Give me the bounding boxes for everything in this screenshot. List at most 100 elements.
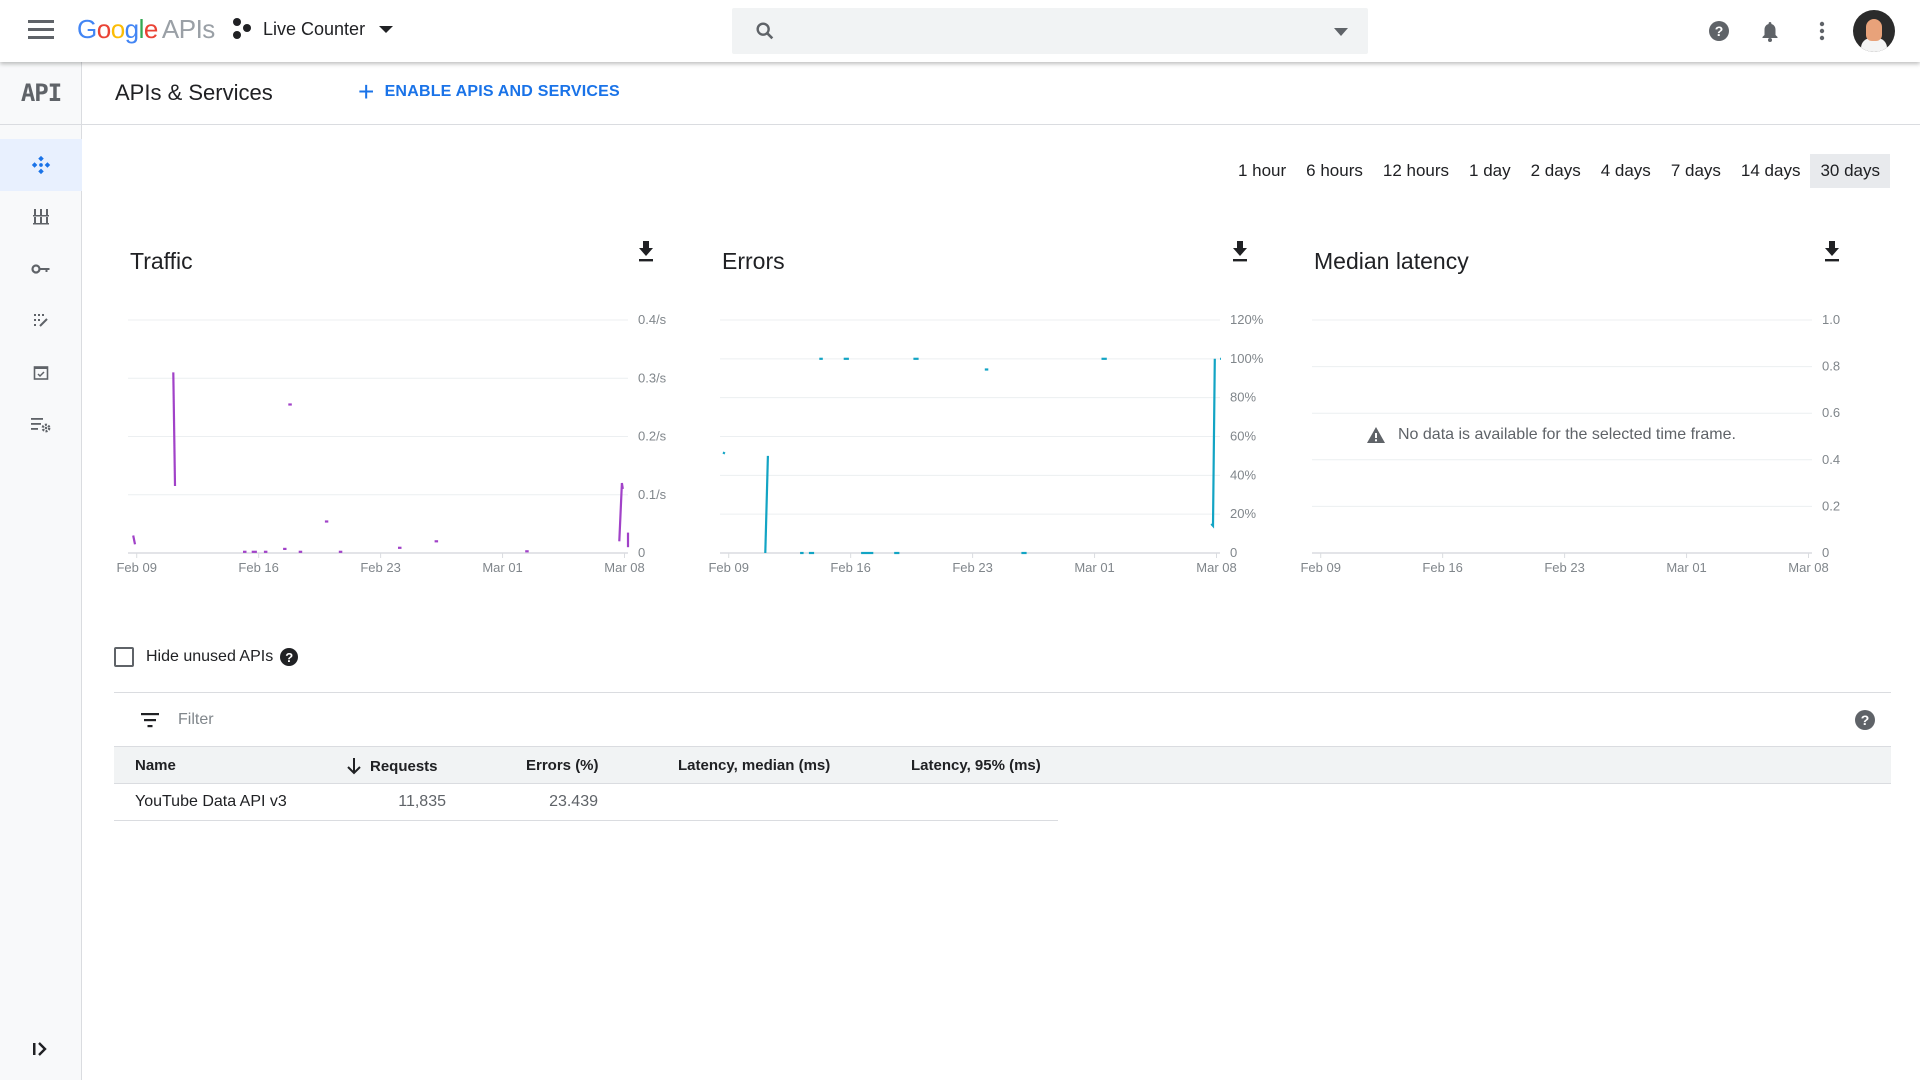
range-1-day[interactable]: 1 day <box>1459 154 1521 188</box>
verify-icon <box>33 366 49 380</box>
errors-chart: Errors 0 20% 40% 60% 80% 100% 120% Feb 09 Feb 16… <box>708 240 1280 590</box>
library-icon <box>33 209 49 225</box>
google-apis-logo[interactable]: Google APIs <box>77 14 215 45</box>
download-icon[interactable] <box>636 240 656 262</box>
median-latency-chart: Median latency 0 0.2 0.4 0.6 0.8 1.0 Feb 09 Feb… <box>1300 240 1872 590</box>
y-tick-label: 120% <box>1230 312 1264 327</box>
help-icon[interactable]: ? <box>280 648 299 666</box>
project-selector[interactable]: Live Counter <box>233 18 394 40</box>
hide-unused-apis: Hide unused APIs ? <box>114 647 299 667</box>
chart-title: Traffic <box>130 248 193 274</box>
avatar[interactable] <box>1853 10 1895 52</box>
chart-title: Errors <box>722 248 785 274</box>
column-name[interactable]: Name <box>135 757 176 774</box>
requests-value: 11,835 <box>398 793 446 810</box>
api-badge: API <box>0 62 82 125</box>
series-segment <box>722 451 726 455</box>
traffic-plot: 0 0.1/s 0.2/s 0.3/s 0.4/s Feb 09 Feb 16 Feb 23 M… <box>116 312 667 575</box>
table-row[interactable]: YouTube Data API v3 11,835 23.439 <box>114 784 1058 821</box>
x-tick-label: Feb 23 <box>952 560 992 575</box>
range-6-hours[interactable]: 6 hours <box>1296 154 1373 188</box>
more-vert-icon[interactable] <box>1810 19 1834 43</box>
y-tick-label: 0 <box>638 545 645 560</box>
search-dropdown-icon[interactable] <box>1334 28 1348 36</box>
y-tick-label: 100% <box>1230 351 1264 366</box>
enable-apis-button[interactable]: + ENABLE APIS AND SERVICES <box>358 78 620 106</box>
range-30-days[interactable]: 30 days <box>1810 154 1890 188</box>
y-tick-label: 60% <box>1230 429 1256 444</box>
svg-text:?: ? <box>1715 23 1724 39</box>
range-2-days[interactable]: 2 days <box>1521 154 1591 188</box>
series-segment <box>618 482 624 542</box>
x-tick-label: Feb 09 <box>116 560 156 575</box>
enable-apis-label: ENABLE APIS AND SERVICES <box>384 83 620 100</box>
settings-list-icon <box>31 418 51 433</box>
filter-input[interactable] <box>178 707 1778 733</box>
y-tick-label: 0 <box>1822 545 1829 560</box>
y-tick-label: 20% <box>1230 506 1256 521</box>
search-input[interactable] <box>732 8 1368 54</box>
traffic-chart: Traffic 0 0.1/s 0.2/s 0.3/s 0.4/s Feb 09 Feb 1… <box>116 240 688 590</box>
range-4-days[interactable]: 4 days <box>1591 154 1661 188</box>
errors-value: 23.439 <box>549 793 598 810</box>
no-data-message: No data is available for the selected ti… <box>1366 426 1736 444</box>
y-tick-label: 0.2 <box>1822 498 1840 513</box>
table-header: Name Requests Errors (%) Latency, median… <box>114 746 1891 784</box>
plus-icon: + <box>358 76 375 107</box>
column-errors[interactable]: Errors (%) <box>526 757 599 774</box>
filter-bar: ? <box>114 692 1891 746</box>
sidebar-item-credentials[interactable] <box>0 243 82 295</box>
x-tick-label: Feb 23 <box>1544 560 1584 575</box>
x-tick-label: Feb 23 <box>360 560 400 575</box>
x-tick-label: Mar 08 <box>1196 560 1236 575</box>
time-range-selector: 1 hour 6 hours 12 hours 1 day 2 days 4 d… <box>1228 154 1890 188</box>
x-tick-label: Mar 01 <box>1074 560 1114 575</box>
expand-sidebar-icon[interactable] <box>30 1040 50 1058</box>
y-tick-label: 0.2/s <box>638 429 667 444</box>
filter-icon <box>141 713 159 728</box>
top-app-bar: Google APIs Live Counter ? <box>0 0 1920 62</box>
consent-icon <box>34 314 48 327</box>
sidebar-item-library[interactable] <box>0 191 82 243</box>
range-12-hours[interactable]: 12 hours <box>1373 154 1459 188</box>
search-icon <box>756 22 774 40</box>
x-tick-label: Feb 09 <box>1300 560 1340 575</box>
sidebar-item-domain-verification[interactable] <box>0 347 82 399</box>
sidebar-item-page-usage-agreements[interactable] <box>0 399 82 451</box>
help-icon[interactable]: ? <box>1707 19 1731 43</box>
x-tick-label: Mar 08 <box>604 560 644 575</box>
key-icon <box>31 264 50 274</box>
series-segment <box>132 535 137 545</box>
y-tick-label: 0.6 <box>1822 405 1840 420</box>
y-tick-label: 0 <box>1230 545 1237 560</box>
x-tick-label: Mar 01 <box>482 560 522 575</box>
range-14-days[interactable]: 14 days <box>1731 154 1811 188</box>
sidebar-item-oauth-consent[interactable] <box>0 295 82 347</box>
api-name-link[interactable]: YouTube Data API v3 <box>135 793 287 811</box>
menu-icon[interactable] <box>28 20 54 40</box>
y-tick-label: 1.0 <box>1822 312 1840 327</box>
page-header: APIs & Services + ENABLE APIS AND SERVIC… <box>82 62 1920 125</box>
series-segment <box>764 455 769 554</box>
y-tick-label: 0.1/s <box>638 487 667 502</box>
download-icon[interactable] <box>1822 240 1842 262</box>
project-icon <box>233 18 253 40</box>
median-latency-plot: 0 0.2 0.4 0.6 0.8 1.0 Feb 09 Feb 16 Feb 23 Mar 01… <box>1300 312 1840 575</box>
column-latency-median[interactable]: Latency, median (ms) <box>678 757 830 774</box>
hide-unused-label[interactable]: Hide unused APIs <box>146 648 273 666</box>
column-requests[interactable]: Requests <box>346 757 438 775</box>
x-tick-label: Feb 16 <box>1422 560 1462 575</box>
chart-title: Median latency <box>1314 248 1469 274</box>
range-1-hour[interactable]: 1 hour <box>1228 154 1296 188</box>
range-7-days[interactable]: 7 days <box>1661 154 1731 188</box>
series-segment <box>1210 358 1216 529</box>
x-tick-label: Feb 16 <box>830 560 870 575</box>
hide-unused-checkbox[interactable] <box>114 647 134 667</box>
filter-help-icon[interactable]: ? <box>1855 710 1875 730</box>
notifications-icon[interactable] <box>1758 19 1782 43</box>
series-segment <box>172 372 177 487</box>
download-icon[interactable] <box>1230 240 1250 262</box>
sidebar-item-dashboard[interactable] <box>0 139 82 191</box>
y-tick-label: 0.4/s <box>638 312 667 327</box>
column-latency-95[interactable]: Latency, 95% (ms) <box>911 757 1041 774</box>
